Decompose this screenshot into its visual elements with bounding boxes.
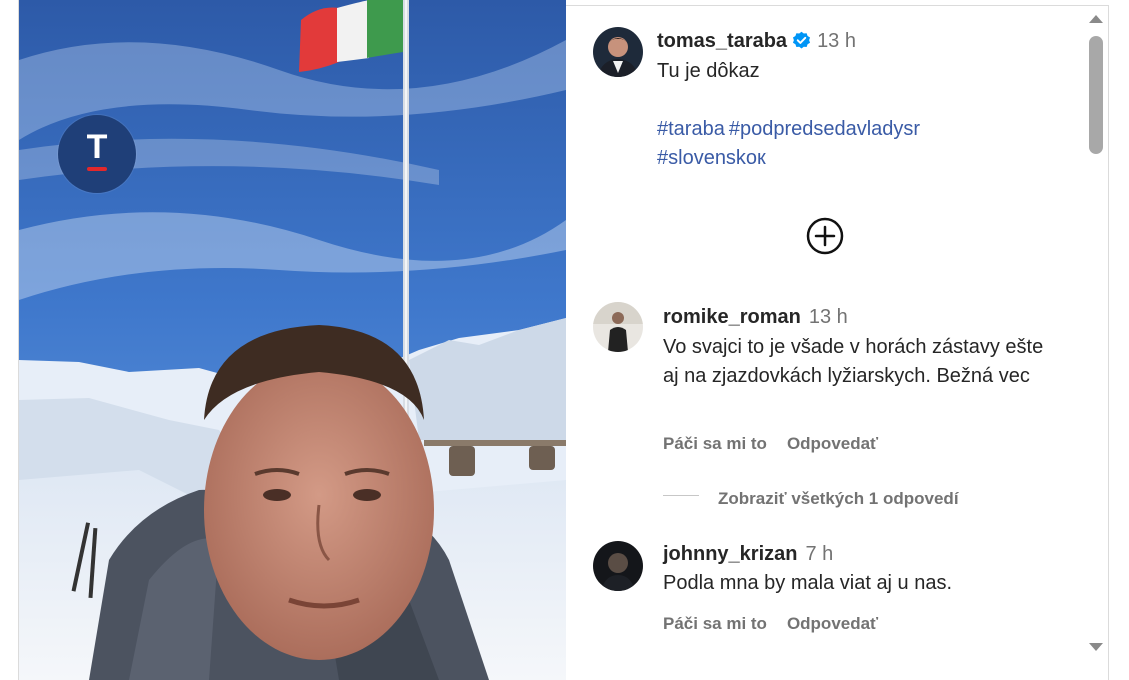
post-hashtags: #taraba #podpredsedavladysr #slovenskoк	[657, 115, 987, 173]
video-frame-image	[19, 0, 566, 680]
comment-actions: Páči sa mi to Odpovedať	[663, 614, 878, 634]
comment-text: Podla mna by mala viat aj u nas.	[663, 572, 953, 594]
scroll-down-arrow[interactable]	[1089, 643, 1103, 651]
comment-time: 7 h	[805, 543, 834, 565]
author-username[interactable]: tomas_taraba	[657, 30, 787, 52]
verified-badge-icon	[792, 31, 811, 59]
hashtag-link[interactable]: #slovenskoк	[657, 147, 766, 169]
channel-logo: T	[58, 115, 136, 193]
like-comment-button[interactable]: Páči sa mi to	[663, 434, 767, 453]
view-replies-button[interactable]: Zobraziť všetkých 1 odpovedí	[718, 489, 959, 509]
panel-right-border	[1108, 5, 1109, 680]
scroll-up-arrow[interactable]	[1089, 15, 1103, 23]
hashtag-link[interactable]: #taraba	[657, 118, 725, 140]
scrollbar-thumb[interactable]	[1089, 36, 1103, 154]
caption-header: tomas_taraba 13 h	[657, 28, 856, 59]
reply-comment-button[interactable]: Odpovedať	[787, 614, 878, 633]
comments-panel: tomas_taraba 13 h Tu je dôkaz #taraba #pod…	[566, 6, 1086, 680]
commenter-avatar[interactable]	[593, 541, 643, 591]
hashtag-link[interactable]: #podpredsedavladysr	[729, 118, 920, 140]
post-media-video[interactable]: T	[19, 0, 566, 680]
comment-text: Vo svajci to je všade v horách zástavy e…	[663, 336, 1044, 387]
post-caption: Tu je dôkaz	[657, 60, 760, 82]
logo-bar	[87, 167, 107, 171]
reply-comment-button[interactable]: Odpovedať	[787, 434, 878, 453]
comment-username[interactable]: romike_roman	[663, 306, 801, 328]
replies-divider	[663, 495, 699, 496]
logo-letter: T	[86, 128, 108, 166]
like-comment-button[interactable]: Páči sa mi to	[663, 614, 767, 633]
post-time: 13 h	[817, 30, 856, 52]
comment-username[interactable]: johnny_krizan	[663, 543, 797, 565]
comment-header: johnny_krizan 7 h	[663, 541, 833, 569]
comment-header: romike_roman 13 h	[663, 304, 848, 332]
commenter-avatar[interactable]	[593, 302, 643, 352]
plus-circle-icon	[806, 217, 844, 255]
comment-time: 13 h	[808, 306, 848, 328]
comment-actions: Páči sa mi to Odpovedať	[663, 434, 878, 454]
load-more-comments-button[interactable]	[805, 216, 845, 256]
author-avatar[interactable]	[593, 27, 643, 77]
